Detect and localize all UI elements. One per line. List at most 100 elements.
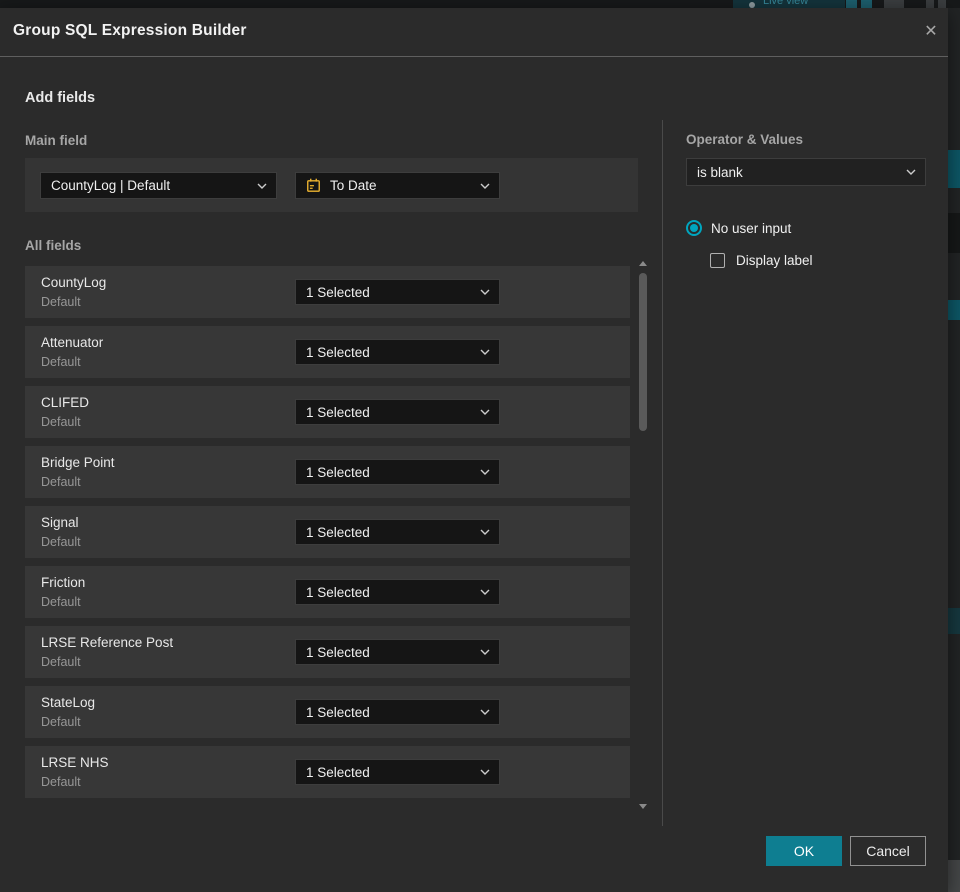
- background-app-sliver: [926, 0, 934, 8]
- checkbox-unchecked-icon: [710, 253, 725, 268]
- field-name: CountyLog: [41, 275, 107, 290]
- scrollbar-thumb[interactable]: [639, 273, 647, 431]
- list-scrollbar[interactable]: [636, 261, 650, 809]
- field-selection-value: 1 Selected: [306, 284, 370, 300]
- field-name: Signal: [41, 515, 79, 530]
- all-fields-heading: All fields: [25, 238, 82, 253]
- main-field-container: CountyLog | Default To Date: [25, 158, 638, 212]
- field-row: Bridge Point Default 1 Selected: [25, 446, 630, 498]
- field-row: LRSE NHS Default 1 Selected: [25, 746, 630, 798]
- background-app-right-strip: [948, 8, 960, 892]
- field-selection-dropdown[interactable]: 1 Selected: [295, 519, 500, 545]
- field-selection-dropdown[interactable]: 1 Selected: [295, 399, 500, 425]
- main-field-dropdown[interactable]: CountyLog | Default: [40, 172, 277, 199]
- operator-values-heading: Operator & Values: [686, 132, 804, 147]
- field-selection-value: 1 Selected: [306, 404, 370, 420]
- chevron-down-icon: [480, 183, 490, 189]
- field-name: Attenuator: [41, 335, 104, 350]
- panel-divider: [662, 120, 663, 826]
- field-subtitle: Default: [41, 415, 81, 429]
- chevron-down-icon: [480, 649, 490, 655]
- chevron-down-icon: [906, 169, 916, 175]
- chevron-down-icon: [480, 529, 490, 535]
- chevron-down-icon: [480, 469, 490, 475]
- field-selection-dropdown[interactable]: 1 Selected: [295, 759, 500, 785]
- dialog-header: Group SQL Expression Builder ✕: [0, 8, 948, 57]
- field-selection-dropdown[interactable]: 1 Selected: [295, 639, 500, 665]
- background-app-sliver: [884, 0, 904, 8]
- background-app-sliver: [846, 0, 857, 8]
- scroll-up-icon[interactable]: [639, 261, 647, 266]
- background-app-sliver: [948, 608, 960, 634]
- field-selection-dropdown[interactable]: 1 Selected: [295, 459, 500, 485]
- field-row: Signal Default 1 Selected: [25, 506, 630, 558]
- field-selection-dropdown[interactable]: 1 Selected: [295, 699, 500, 725]
- chevron-down-icon: [480, 349, 490, 355]
- field-selection-dropdown[interactable]: 1 Selected: [295, 339, 500, 365]
- main-field-heading: Main field: [25, 133, 88, 148]
- group-sql-expression-builder-dialog: Group SQL Expression Builder ✕ Add field…: [0, 8, 948, 892]
- add-fields-heading: Add fields: [25, 90, 96, 106]
- field-subtitle: Default: [41, 295, 81, 309]
- background-app-sliver: [938, 0, 946, 8]
- chevron-down-icon: [257, 183, 267, 189]
- field-name: Bridge Point: [41, 455, 115, 470]
- field-selection-value: 1 Selected: [306, 524, 370, 540]
- no-user-input-label: No user input: [711, 220, 792, 236]
- field-subtitle: Default: [41, 715, 81, 729]
- operator-dropdown-value: is blank: [697, 164, 743, 180]
- no-user-input-radio[interactable]: No user input: [686, 220, 791, 236]
- chevron-down-icon: [480, 709, 490, 715]
- field-name: LRSE Reference Post: [41, 635, 174, 650]
- field-selection-dropdown[interactable]: 1 Selected: [295, 279, 500, 305]
- field-selection-value: 1 Selected: [306, 704, 370, 720]
- main-field-attribute-value: To Date: [330, 178, 377, 193]
- close-icon[interactable]: ✕: [918, 19, 944, 45]
- scroll-down-icon[interactable]: [639, 804, 647, 809]
- live-view-label: Live view: [763, 0, 809, 7]
- field-name: LRSE NHS: [41, 755, 109, 770]
- field-selection-dropdown[interactable]: 1 Selected: [295, 579, 500, 605]
- chevron-down-icon: [480, 289, 490, 295]
- display-label-text: Display label: [736, 253, 813, 268]
- field-name: Friction: [41, 575, 86, 590]
- field-selection-value: 1 Selected: [306, 464, 370, 480]
- field-subtitle: Default: [41, 535, 81, 549]
- all-fields-list: CountyLog Default 1 Selected Attenuator …: [25, 266, 630, 806]
- field-selection-value: 1 Selected: [306, 764, 370, 780]
- calendar-date-icon: [307, 178, 320, 192]
- background-app-top-strip: Live view: [0, 0, 960, 8]
- field-row: CLIFED Default 1 Selected: [25, 386, 630, 438]
- field-row: Friction Default 1 Selected: [25, 566, 630, 618]
- field-subtitle: Default: [41, 655, 81, 669]
- display-label-checkbox[interactable]: Display label: [710, 253, 813, 268]
- background-app-sliver: [948, 860, 960, 892]
- background-app-sliver: [948, 300, 960, 320]
- field-row: StateLog Default 1 Selected: [25, 686, 630, 738]
- live-view-button: Live view: [733, 0, 845, 8]
- field-subtitle: Default: [41, 775, 81, 789]
- field-selection-value: 1 Selected: [306, 644, 370, 660]
- background-app-sliver: [861, 0, 872, 8]
- background-app-sliver: [948, 150, 960, 188]
- field-subtitle: Default: [41, 475, 81, 489]
- field-selection-value: 1 Selected: [306, 344, 370, 360]
- chevron-down-icon: [480, 409, 490, 415]
- field-subtitle: Default: [41, 595, 81, 609]
- ok-button[interactable]: OK: [766, 836, 842, 866]
- field-subtitle: Default: [41, 355, 81, 369]
- chevron-down-icon: [480, 769, 490, 775]
- field-row: CountyLog Default 1 Selected: [25, 266, 630, 318]
- field-row: LRSE Reference Post Default 1 Selected: [25, 626, 630, 678]
- cancel-button[interactable]: Cancel: [850, 836, 926, 866]
- dialog-title: Group SQL Expression Builder: [13, 22, 247, 39]
- main-field-dropdown-value: CountyLog | Default: [51, 178, 171, 193]
- chevron-down-icon: [480, 589, 490, 595]
- radio-selected-icon: [686, 220, 702, 236]
- main-field-attribute-dropdown[interactable]: To Date: [295, 172, 500, 199]
- background-app-sliver: [948, 213, 960, 253]
- operator-dropdown[interactable]: is blank: [686, 158, 926, 186]
- field-name: CLIFED: [41, 395, 90, 410]
- field-row: Attenuator Default 1 Selected: [25, 326, 630, 378]
- field-selection-value: 1 Selected: [306, 584, 370, 600]
